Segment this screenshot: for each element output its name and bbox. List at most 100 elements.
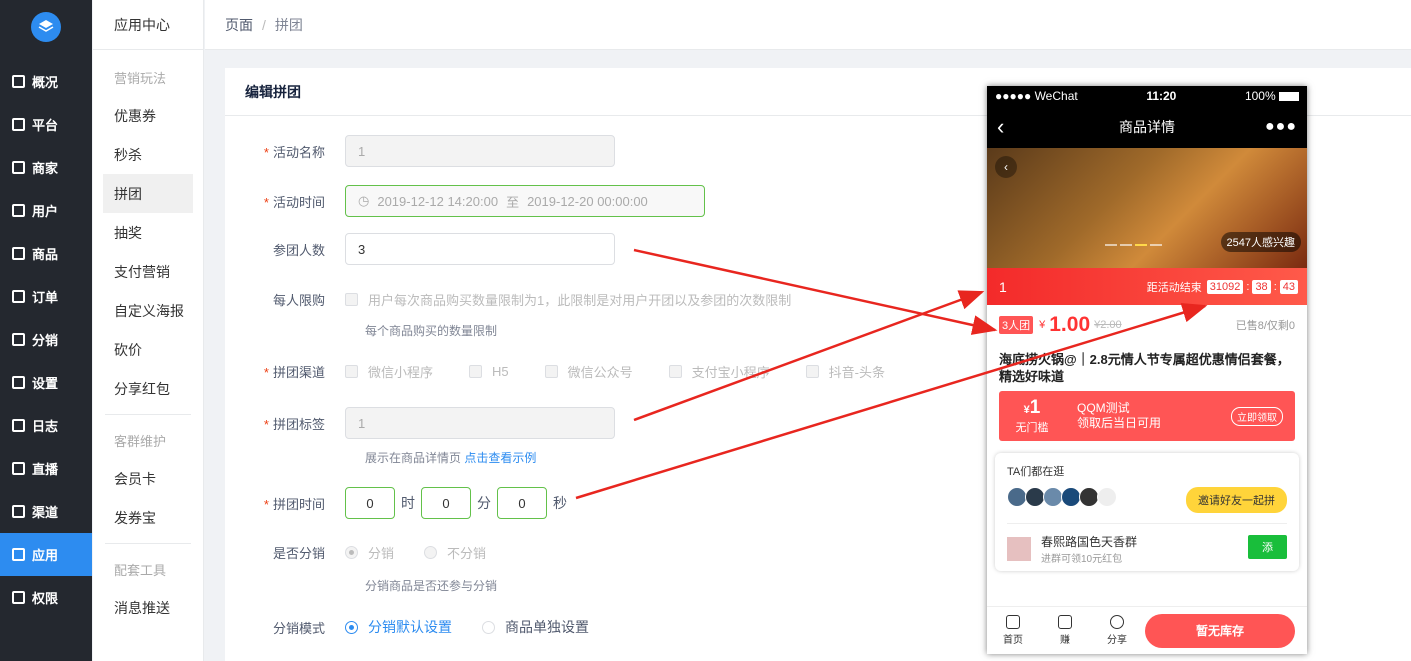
radio-mode-default[interactable] — [345, 620, 358, 634]
sidebar-item-user[interactable]: 用户 — [0, 189, 92, 232]
footer-home[interactable]: 首页 — [987, 615, 1039, 646]
submenu-divider — [105, 543, 191, 544]
radio-mode-single[interactable] — [482, 620, 495, 634]
seconds-input[interactable]: 0 — [497, 487, 547, 519]
store-name: 春熙路国色天香群 — [1041, 535, 1138, 549]
sidebar-item-lock[interactable]: 权限 — [0, 576, 92, 619]
submenu-item-share-redpack[interactable]: 分享红包 — [93, 369, 203, 408]
submenu-item-seckill[interactable]: 秒杀 — [93, 135, 203, 174]
channel-alipay[interactable]: 支付宝小程序 — [668, 362, 770, 381]
submenu-divider — [105, 414, 191, 415]
submenu-item-lottery[interactable]: 抽奖 — [93, 213, 203, 252]
back-icon[interactable]: ‹ — [997, 114, 1004, 140]
seconds-unit: 秒 — [553, 495, 567, 511]
radio-distribution-no[interactable] — [424, 546, 438, 559]
channel-official-account[interactable]: 微信公众号 — [544, 362, 633, 381]
sidebar-item-merchant[interactable]: 商家 — [0, 146, 92, 189]
clock: 11:20 — [1146, 89, 1177, 103]
breadcrumb-root[interactable]: 页面 — [225, 15, 253, 35]
sidebar-item-apps[interactable]: 应用 — [0, 533, 92, 576]
sidebar-item-label: 渠道 — [32, 505, 59, 520]
row-activity-time: * 活动时间 ◷ 2019-12-12 14:20:00 至 2019-12-20… — [225, 185, 705, 217]
sidebar-item-order[interactable]: 订单 — [0, 275, 92, 318]
submenu-title: 应用中心 — [93, 0, 203, 50]
time-range-sep: 至 — [506, 194, 520, 210]
view-example-link[interactable]: 点击查看示例 — [464, 451, 536, 465]
banner-prev-icon[interactable]: ‹ — [995, 156, 1017, 178]
checkbox-icon — [544, 365, 558, 378]
coupon-desc: 领取后当日可用 — [1077, 416, 1162, 430]
breadcrumb-current: 拼团 — [274, 16, 303, 33]
submenu-item-coupon-tool[interactable]: 发券宝 — [93, 498, 203, 537]
overview-icon — [12, 75, 25, 88]
sidebar-item-channel[interactable]: 渠道 — [0, 490, 92, 533]
footer-share[interactable]: 分享 — [1091, 615, 1143, 646]
submenu-item-poster[interactable]: 自定义海报 — [93, 291, 203, 330]
price-row: 3人团 ¥ 1.00 ¥2.00 已售8/仅剩0 — [987, 305, 1307, 345]
sidebar-item-distribution[interactable]: 分销 — [0, 318, 92, 361]
time-start: 2019-12-12 14:20:00 — [377, 193, 499, 209]
product-banner[interactable]: ‹ 2547人感兴趣 — [987, 148, 1307, 268]
buy-button[interactable]: 暂无库存 — [1145, 613, 1295, 648]
lock-icon — [12, 591, 25, 604]
more-icon[interactable]: ●●● — [1265, 118, 1297, 136]
sidebar-item-platform[interactable]: 平台 — [0, 103, 92, 146]
sidebar-item-settings[interactable]: 设置 — [0, 361, 92, 404]
radio-distribution-yes[interactable] — [345, 546, 358, 559]
sidebar-item-label: 权限 — [32, 591, 59, 606]
channel-douyin[interactable]: 抖音-头条 — [805, 362, 885, 381]
checkbox-icon — [805, 365, 819, 378]
channel-h5[interactable]: H5 — [469, 364, 509, 379]
sidebar-item-overview[interactable]: 概况 — [0, 60, 92, 103]
phone-status-bar: ●●●●● WeChat 11:20 100% — [987, 86, 1307, 106]
sidebar-item-label: 订单 — [32, 290, 59, 305]
row-group-duration: * 拼团时间 0 时 0 分 0 秒 — [225, 487, 573, 519]
submenu-item-push[interactable]: 消息推送 — [93, 588, 203, 627]
submenu-item-bargain[interactable]: 砍价 — [93, 330, 203, 369]
group-section-title: TA们都在逛 — [1007, 466, 1065, 478]
group-tag-preview: 1 — [999, 278, 1007, 295]
sidebar-item-live[interactable]: 直播 — [0, 447, 92, 490]
sidebar-item-label: 直播 — [32, 462, 59, 477]
checkbox-icon — [345, 365, 358, 378]
battery: 100% — [1245, 89, 1299, 103]
breadcrumb-separator: / — [262, 16, 266, 33]
label-group-tag: 拼团标签 — [272, 416, 325, 432]
channel-icon — [12, 505, 25, 518]
sidebar-item-goods[interactable]: 商品 — [0, 232, 92, 275]
sold-count: 已售8/仅剩0 — [1235, 320, 1295, 332]
submenu-item-group-buy[interactable]: 拼团 — [103, 174, 193, 213]
submenu-item-coupon[interactable]: 优惠券 — [93, 96, 203, 135]
sidebar-item-log[interactable]: 日志 — [0, 404, 92, 447]
activity-name-input[interactable]: 1 — [345, 135, 615, 167]
group-size-input[interactable]: 3 — [345, 233, 615, 265]
distribution-icon — [12, 333, 25, 346]
join-group-button[interactable]: 添 — [1248, 535, 1287, 559]
countdown-seconds: 43 — [1279, 279, 1298, 294]
submenu-item-pay-marketing[interactable]: 支付营销 — [93, 252, 203, 291]
breadcrumb: 页面 / 拼团 — [205, 0, 1411, 50]
footer-earn[interactable]: 赚 — [1039, 615, 1091, 646]
distribution-hint: 分销商品是否还参与分销 — [365, 579, 498, 593]
sidebar-item-label: 概况 — [32, 75, 59, 90]
purchase-limit-hint: 每个商品购买的数量限制 — [365, 324, 498, 338]
apps-icon — [12, 548, 25, 561]
group-tag-input[interactable]: 1 — [345, 407, 615, 439]
group-countdown-bar: 1 距活动结束 31092: 38: 43 — [987, 268, 1307, 305]
coupon-condition: 无门槛 — [1015, 422, 1049, 434]
claim-coupon-button[interactable]: 立即领取 — [1231, 406, 1283, 426]
app-logo[interactable] — [31, 12, 61, 42]
label-purchase-limit: 每人限购 — [272, 293, 325, 308]
sidebar-item-label: 设置 — [32, 376, 59, 391]
submenu-item-member-card[interactable]: 会员卡 — [93, 459, 203, 498]
invite-friends-button[interactable]: 邀请好友一起拼 — [1186, 487, 1287, 513]
hours-input[interactable]: 0 — [345, 487, 395, 519]
purchase-limit-checkbox[interactable] — [345, 293, 358, 306]
home-icon — [1006, 615, 1020, 629]
phone-nav-bar: ‹ 商品详情 ●●● — [987, 106, 1307, 148]
sidebar-item-label: 商品 — [32, 247, 59, 262]
log-icon — [12, 419, 25, 432]
minutes-input[interactable]: 0 — [421, 487, 471, 519]
activity-time-range-picker[interactable]: ◷ 2019-12-12 14:20:00 至 2019-12-20 00:00… — [345, 185, 705, 217]
channel-miniprogram[interactable]: 微信小程序 — [345, 362, 433, 381]
